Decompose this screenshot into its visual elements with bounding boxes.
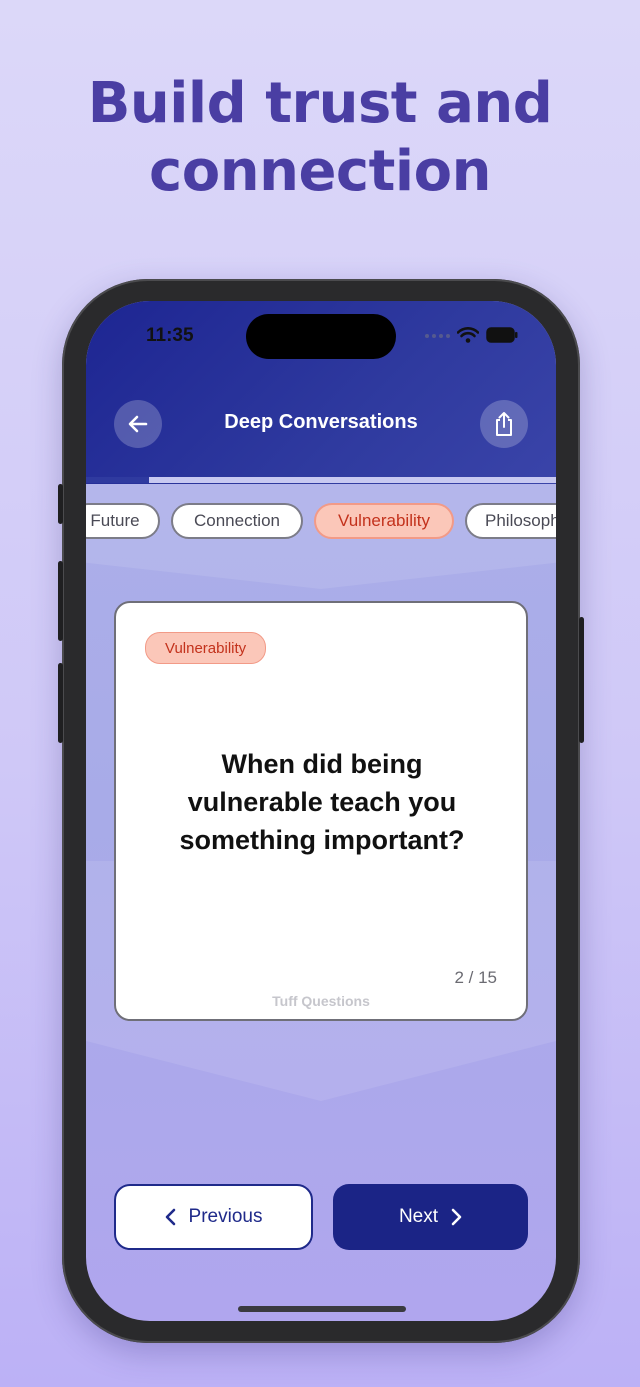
category-chips: Future Connection Vulnerability Philosop… [86,503,556,545]
phone-frame: 11:35 Deep Conversations Future Connecti… [58,279,584,1343]
phone-screen: 11:35 Deep Conversations Future Connecti… [86,301,556,1321]
chip-label: Philosophy [485,511,556,530]
battery-icon [486,327,518,343]
headline: Build trust and connection [0,70,640,206]
chevron-right-icon [451,1208,462,1226]
dynamic-island [246,314,396,359]
chip-label: Vulnerability [338,511,430,530]
wifi-icon [457,327,479,343]
signal-icon [425,334,450,338]
previous-label: Previous [188,1206,263,1227]
silent-switch [58,484,63,524]
card-category-tag: Vulnerability [145,632,267,664]
progress-bar [86,477,556,483]
share-icon [496,412,512,436]
next-label: Next [398,1206,439,1227]
progress-fill [86,477,149,483]
status-icons [424,327,518,343]
previous-button[interactable]: Previous [114,1184,313,1250]
power-button [579,617,584,743]
chip-label: Connection [193,511,280,530]
status-time: 11:35 [146,325,194,346]
headline-line-2: connection [149,139,491,204]
chip-philosophy[interactable]: Philosophy [465,503,556,539]
card-counter: 2 / 15 [454,968,497,987]
share-button[interactable] [480,400,528,448]
chip-label: Future [90,511,140,530]
chip-future[interactable]: Future [86,503,160,539]
headline-line-1: Build trust and [87,71,553,136]
volume-up-button [58,561,63,641]
next-button[interactable]: Next [333,1184,528,1250]
chevron-left-icon [165,1208,175,1226]
volume-down-button [58,663,63,743]
chip-connection[interactable]: Connection [171,503,303,539]
question-card[interactable]: Vulnerability When did being vulnerable … [114,601,528,1021]
card-brand: Tuff Questions [272,993,370,1009]
app-header: 11:35 Deep Conversations [86,301,556,484]
chip-vulnerability[interactable]: Vulnerability [314,503,454,539]
card-question: When did being vulnerable teach you some… [179,749,465,855]
home-indicator[interactable] [238,1306,406,1312]
